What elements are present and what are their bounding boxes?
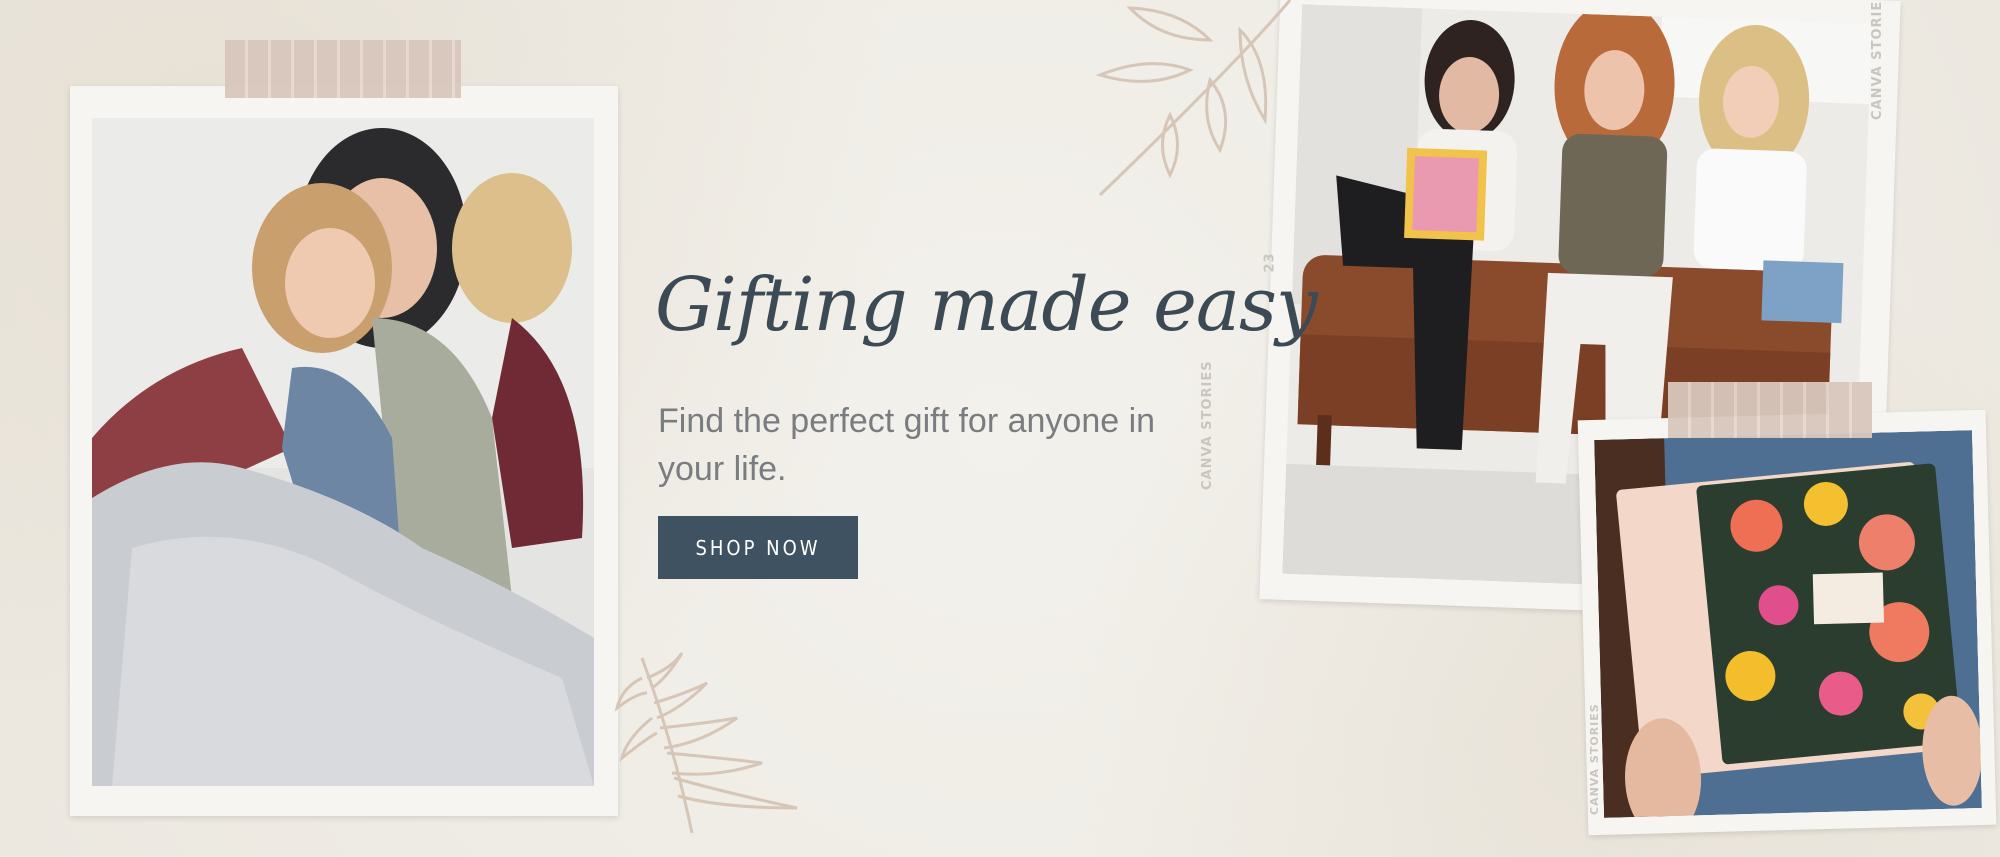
notebook-photo: [1594, 430, 1982, 818]
notebook-photo-frame: [1577, 409, 1997, 836]
tape-strip-right: [1668, 382, 1872, 438]
photo-stamp-brand-right: CANVA STORIES: [1870, 0, 1885, 120]
family-photo-frame: [70, 86, 618, 816]
tape-strip-left: [225, 40, 461, 98]
leaf-branch-icon: [1095, 0, 1292, 197]
family-photo: [92, 118, 594, 786]
photo-stamp-brand-bottom: CANVA STORIES: [1588, 703, 1601, 815]
hero-headline: Gifting made easy: [655, 262, 1318, 348]
hero-subtext: Find the perfect gift for anyone in your…: [658, 402, 1156, 488]
photo-stamp-brand-left: CANVA STORIES: [1200, 360, 1215, 490]
shop-now-button[interactable]: SHOP NOW: [658, 516, 858, 579]
palm-leaf-icon: [614, 652, 798, 834]
